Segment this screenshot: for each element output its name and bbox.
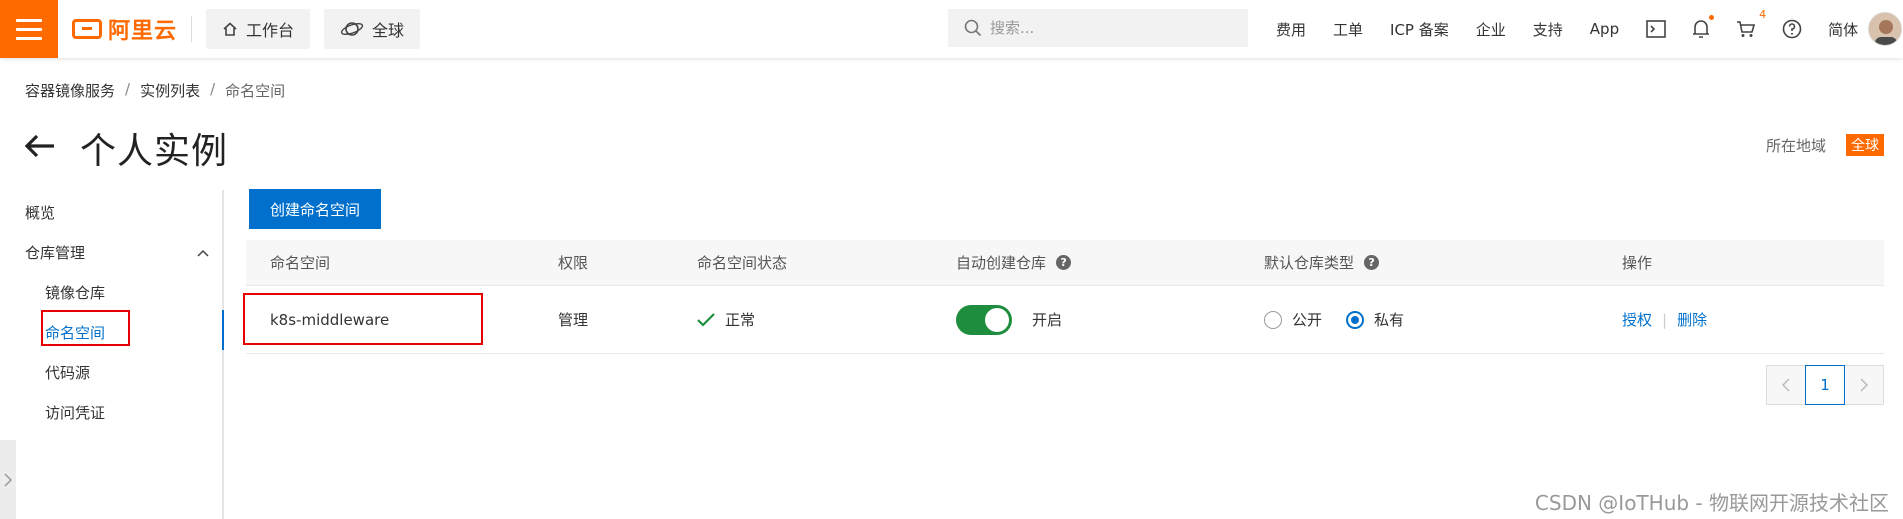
column-header-repo-type-label: 默认仓库类型	[1264, 254, 1355, 272]
sidebar-collapse-toggle[interactable]	[0, 440, 16, 519]
top-links: 费用 工单 ICP 备案 企业 支持 App 4 简体	[1276, 0, 1885, 58]
radio-unchecked	[1264, 310, 1282, 329]
menu-hamburger-button[interactable]	[0, 0, 58, 58]
search-box[interactable]	[948, 9, 1248, 47]
column-header-auto-create-label: 自动创建仓库	[956, 254, 1047, 272]
table-header: 命名空间 权限 命名空间状态 自动创建仓库 ? 默认仓库类型 ? 操作	[246, 240, 1884, 286]
workbench-button[interactable]: 工作台	[206, 9, 311, 49]
region-indicator: 所在地域 全球	[1766, 134, 1884, 156]
help-icon[interactable]: ?	[1364, 255, 1380, 270]
search-input[interactable]	[990, 19, 1230, 37]
auto-create-switch[interactable]	[956, 304, 1012, 335]
breadcrumb: 容器镜像服务 / 实例列表 / 命名空间	[25, 80, 285, 101]
chevron-up-icon	[197, 249, 209, 257]
divider	[191, 16, 193, 42]
sidebar-item-code-sources[interactable]: 代码源	[45, 362, 90, 383]
column-header-status: 命名空间状态	[697, 254, 788, 272]
radio-label-private: 私有	[1374, 311, 1405, 329]
repo-type-radio-public[interactable]: 公开	[1264, 309, 1322, 330]
radio-label-public: 公开	[1292, 311, 1323, 329]
create-namespace-button[interactable]: 创建命名空间	[249, 189, 381, 229]
menu-line	[16, 36, 42, 40]
highlight-box	[41, 310, 130, 346]
top-link-enterprise[interactable]: 企业	[1476, 19, 1506, 40]
sidebar-item-image-repos[interactable]: 镜像仓库	[45, 282, 105, 303]
column-header-repo-type: 默认仓库类型 ?	[1264, 240, 1380, 285]
region-badge[interactable]: 全球	[1846, 134, 1884, 156]
planet-icon	[340, 22, 364, 36]
repo-type-cell: 公开 私有	[1264, 286, 1428, 353]
top-link-app[interactable]: App	[1590, 20, 1619, 38]
sidebar-item-overview[interactable]: 概览	[25, 202, 55, 223]
status-cell: 正常	[697, 286, 755, 353]
repo-type-radio-private[interactable]: 私有	[1346, 309, 1404, 330]
page-number-button[interactable]: 1	[1805, 365, 1845, 405]
radio-checked	[1346, 310, 1365, 329]
auto-create-label: 开启	[1032, 311, 1063, 329]
top-link-billing[interactable]: 费用	[1276, 19, 1306, 40]
chevron-right-icon	[4, 473, 12, 487]
chevron-right-icon	[1860, 378, 1868, 392]
active-indicator	[222, 310, 224, 350]
cart-icon[interactable]: 4	[1736, 8, 1766, 38]
breadcrumb-item-registry[interactable]: 容器镜像服务	[25, 80, 115, 101]
namespace-table: 命名空间 权限 命名空间状态 自动创建仓库 ? 默认仓库类型 ? 操作 k8s-…	[243, 240, 1884, 354]
page-header: 个人实例	[24, 122, 228, 174]
breadcrumb-separator: /	[210, 80, 216, 98]
back-arrow-icon[interactable]	[24, 133, 56, 163]
bell-icon[interactable]	[1692, 15, 1715, 39]
watermark-text: CSDN @IoTHub - 物联网开源技术社区	[1534, 491, 1889, 515]
language-switch[interactable]: 简体	[1828, 19, 1858, 40]
cart-count-badge: 4	[1759, 8, 1767, 21]
search-icon	[964, 19, 982, 37]
chevron-left-icon	[1782, 378, 1790, 392]
aliyun-logo-icon	[72, 19, 102, 39]
home-icon	[223, 22, 237, 36]
delete-link[interactable]: 删除	[1677, 309, 1707, 330]
authorize-link[interactable]: 授权	[1622, 309, 1652, 330]
sidebar-group-repo-management[interactable]: 仓库管理	[25, 242, 209, 263]
user-avatar[interactable]	[1868, 12, 1902, 46]
workbench-label: 工作台	[246, 21, 295, 40]
page-title: 个人实例	[80, 131, 229, 172]
terminal-icon[interactable]	[1646, 20, 1666, 38]
global-region-button[interactable]: 全球	[324, 9, 421, 49]
status-text: 正常	[725, 311, 756, 329]
sidebar: 概览 仓库管理 镜像仓库 命名空间 代码源 访问凭证	[0, 190, 224, 519]
logo-text: 阿里云	[108, 19, 178, 44]
region-label: 所在地域	[1765, 136, 1826, 155]
auto-create-cell: 开启	[956, 286, 1062, 353]
table-row: k8s-middleware 管理 正常 开启 公开 私有 授权 | 删除	[243, 286, 1884, 354]
column-header-actions: 操作	[1622, 254, 1653, 272]
highlight-box	[243, 293, 483, 345]
sidebar-group-label: 仓库管理	[25, 244, 86, 262]
help-icon[interactable]: ?	[1056, 255, 1072, 270]
notification-dot	[1709, 15, 1715, 20]
breadcrumb-separator: /	[125, 80, 131, 98]
sidebar-item-access-credentials[interactable]: 访问凭证	[45, 402, 105, 423]
column-header-namespace: 命名空间	[270, 254, 331, 272]
check-icon	[697, 312, 715, 327]
pagination: 1	[1766, 365, 1884, 405]
action-separator: |	[1662, 310, 1668, 329]
global-region-label: 全球	[372, 21, 405, 40]
menu-line	[16, 27, 42, 31]
column-header-auto-create: 自动创建仓库 ?	[956, 240, 1072, 285]
breadcrumb-item-current: 命名空间	[225, 82, 286, 100]
next-page-button[interactable]	[1844, 365, 1884, 405]
breadcrumb-item-instances[interactable]: 实例列表	[140, 80, 200, 101]
prev-page-button[interactable]	[1766, 365, 1806, 405]
top-link-support[interactable]: 支持	[1533, 19, 1563, 40]
aliyun-logo[interactable]: 阿里云	[72, 0, 177, 58]
column-header-permission: 权限	[558, 254, 589, 272]
permission-value: 管理	[558, 311, 589, 329]
actions-cell: 授权 | 删除	[1622, 286, 1707, 353]
help-icon[interactable]	[1782, 19, 1802, 39]
menu-line	[16, 18, 42, 22]
top-link-icp[interactable]: ICP 备案	[1390, 19, 1449, 40]
top-link-tickets[interactable]: 工单	[1333, 19, 1363, 40]
top-navigation-bar: 阿里云 工作台 全球 费用 工单 ICP 备案 企业 支持 App 4	[0, 0, 1903, 58]
